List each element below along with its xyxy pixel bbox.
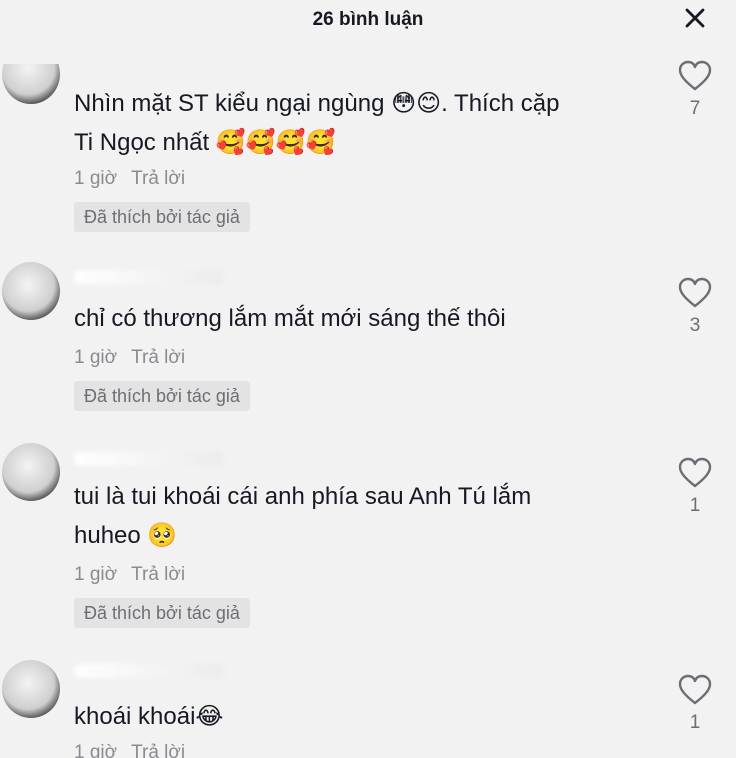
like-count: 1 [689, 712, 701, 733]
like-button[interactable]: 3 [676, 277, 714, 337]
username-redacted [74, 270, 224, 284]
close-button[interactable] [682, 5, 708, 31]
comment-meta: 1 giờ Trả lời [74, 742, 185, 758]
comment-text: khoái khoái😂 [74, 697, 654, 736]
liked-by-author-badge: Đã thích bởi tác giả [74, 598, 250, 628]
emoji: 🥺 [147, 521, 178, 549]
emoji: 😂 [195, 702, 224, 730]
reply-button[interactable]: Trả lời [131, 347, 185, 369]
comment-text-line2: Ti Ngọc nhất [74, 129, 216, 156]
heart-icon [678, 457, 712, 488]
comment-text-line1: chỉ có thương lắm mắt mới sáng thế thôi [74, 305, 506, 332]
like-count: 7 [689, 98, 701, 119]
heart-icon [678, 277, 712, 308]
reply-button[interactable]: Trả lời [131, 564, 185, 586]
comment-text-line1: khoái khoái [74, 703, 196, 730]
comment-text: Nhìn mặt ST kiểu ngại ngùng 😳😊. Thích cặ… [74, 84, 654, 162]
comment-meta: 1 giờ Trả lời [74, 168, 185, 190]
comment-text-line2: huheo [74, 522, 148, 549]
username-redacted [74, 664, 224, 678]
close-icon [685, 8, 705, 28]
comment-text: tui là tui khoái cái anh phía sau Anh Tú… [74, 478, 654, 555]
username-redacted [74, 452, 224, 466]
emoji: 🥰🥰🥰🥰 [215, 128, 336, 156]
comment-time: 1 giờ [74, 742, 118, 758]
avatar[interactable] [2, 660, 60, 718]
comment-text-line1-end: . Thích cặp [441, 90, 560, 117]
like-count: 3 [689, 315, 701, 336]
like-button[interactable]: 1 [676, 674, 714, 734]
comment-time: 1 giờ [74, 564, 118, 585]
comment-text-line1: tui là tui khoái cái anh phía sau Anh Tú… [74, 483, 532, 510]
like-button[interactable]: 1 [676, 457, 714, 517]
comment-text: chỉ có thương lắm mắt mới sáng thế thôi [74, 300, 654, 338]
avatar[interactable] [2, 443, 60, 501]
comment-meta: 1 giờ Trả lời [74, 347, 185, 369]
comment-time: 1 giờ [74, 168, 118, 189]
reply-button[interactable]: Trả lời [131, 742, 185, 758]
avatar[interactable] [2, 262, 60, 320]
comments-header: 26 bình luận [0, 0, 736, 40]
reply-button[interactable]: Trả lời [131, 168, 185, 190]
like-count: 1 [689, 495, 701, 516]
liked-by-author-badge: Đã thích bởi tác giả [74, 381, 250, 411]
comment-count-title: 26 bình luận [312, 9, 424, 30]
avatar[interactable] [2, 64, 60, 104]
liked-by-author-badge: Đã thích bởi tác giả [74, 202, 250, 232]
heart-icon [678, 674, 712, 705]
comment-time: 1 giờ [74, 347, 118, 368]
heart-icon [678, 60, 712, 91]
comment-meta: 1 giờ Trả lời [74, 564, 185, 586]
emoji: 😳😊 [391, 89, 442, 117]
like-button[interactable]: 7 [676, 60, 714, 120]
comment-text-line1: Nhìn mặt ST kiểu ngại ngùng [74, 90, 392, 117]
